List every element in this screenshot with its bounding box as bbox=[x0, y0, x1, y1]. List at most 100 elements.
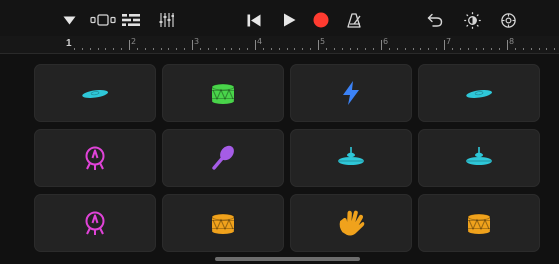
triangle-down-icon bbox=[63, 16, 75, 24]
drum-pad-grid bbox=[34, 64, 540, 256]
ruler-tick bbox=[530, 48, 532, 50]
go-to-beginning-button[interactable] bbox=[245, 10, 263, 30]
ruler-tick bbox=[223, 48, 225, 50]
mixer-button[interactable] bbox=[157, 10, 175, 30]
hihat-icon bbox=[338, 147, 364, 165]
ruler-tick bbox=[420, 48, 422, 50]
settings-button[interactable] bbox=[498, 10, 518, 30]
ruler-tick bbox=[325, 48, 327, 50]
ruler-tick bbox=[554, 48, 556, 50]
metronome-icon bbox=[347, 12, 361, 28]
ruler-tick bbox=[341, 48, 343, 50]
ruler-tick bbox=[388, 48, 390, 50]
ruler-tick bbox=[231, 48, 233, 50]
ruler-tick bbox=[396, 48, 398, 50]
ruler-tick bbox=[459, 48, 461, 50]
kick-stand-icon bbox=[85, 211, 105, 235]
drum-pad-kick-drum[interactable] bbox=[34, 194, 156, 252]
drum-pad-cymbal[interactable] bbox=[418, 64, 540, 122]
ruler-tick bbox=[97, 48, 99, 50]
hihat-icon bbox=[466, 147, 492, 165]
maraca-icon bbox=[212, 145, 234, 170]
drum-pad-hi-hat[interactable] bbox=[418, 129, 540, 187]
ruler-tick bbox=[499, 48, 501, 50]
drum-pad-electronic[interactable] bbox=[290, 64, 412, 122]
drum-icon bbox=[211, 83, 235, 104]
ruler-tick bbox=[349, 48, 351, 50]
playhead-bar-number: 1 bbox=[66, 38, 72, 49]
list-icon bbox=[122, 13, 140, 27]
ruler-tick bbox=[451, 48, 453, 50]
ruler-tick bbox=[184, 48, 186, 50]
ruler-tick bbox=[270, 48, 272, 50]
drum-machine-app: 2 3 4 5 6 7 8 1 bbox=[0, 0, 559, 264]
master-effects-button[interactable] bbox=[462, 10, 482, 30]
gear-icon bbox=[500, 12, 516, 28]
view-toggle-button[interactable] bbox=[90, 10, 116, 30]
cymbal-icon bbox=[466, 89, 493, 98]
home-indicator[interactable] bbox=[215, 257, 360, 261]
drum-pad-cymbal[interactable] bbox=[34, 64, 156, 122]
play-icon bbox=[283, 13, 295, 27]
ruler-tick bbox=[467, 48, 469, 50]
ruler-tick bbox=[239, 48, 241, 50]
ruler-tick bbox=[73, 48, 75, 50]
ruler-bar-number: 8 bbox=[509, 37, 515, 46]
ruler-tick bbox=[160, 48, 162, 50]
ruler-tick bbox=[436, 48, 438, 50]
ruler-tick bbox=[152, 48, 154, 50]
ruler-tick bbox=[538, 48, 540, 50]
ruler-bar-number: 6 bbox=[383, 37, 389, 46]
ruler-bar-line bbox=[507, 40, 508, 50]
drum-pad-shaker[interactable] bbox=[162, 129, 284, 187]
ruler-tick bbox=[373, 48, 375, 50]
ruler-tick bbox=[475, 48, 477, 50]
drum-pad-tom[interactable] bbox=[418, 194, 540, 252]
ruler-tick bbox=[105, 48, 107, 50]
drum-pad-hi-hat-kit[interactable] bbox=[34, 129, 156, 187]
track-list-button[interactable] bbox=[121, 10, 141, 30]
tracks-view-icon bbox=[90, 14, 116, 26]
ruler-bar-line bbox=[444, 40, 445, 50]
ruler-bar-number: 7 bbox=[446, 37, 452, 46]
ruler-tick bbox=[168, 48, 170, 50]
drum-pad-snare-drum[interactable] bbox=[162, 64, 284, 122]
ruler-tick bbox=[365, 48, 367, 50]
ruler-tick bbox=[247, 48, 249, 50]
ruler-tick bbox=[302, 48, 304, 50]
ruler-bar-number: 4 bbox=[257, 37, 263, 46]
ruler-bar-line bbox=[381, 40, 382, 50]
ruler-tick bbox=[333, 48, 335, 50]
ruler-tick bbox=[207, 48, 209, 50]
ruler-tick bbox=[522, 48, 524, 50]
drum-pad-tom[interactable] bbox=[162, 194, 284, 252]
sliders-icon bbox=[159, 13, 174, 27]
play-button[interactable] bbox=[280, 10, 298, 30]
drum-icon bbox=[467, 213, 491, 234]
ruler-tick bbox=[81, 48, 83, 50]
drum-pad-clap[interactable] bbox=[290, 194, 412, 252]
browser-dropdown-button[interactable] bbox=[60, 10, 78, 30]
ruler-tick bbox=[428, 48, 430, 50]
drum-pad-hi-hat[interactable] bbox=[290, 129, 412, 187]
ruler-bar-number: 3 bbox=[194, 37, 200, 46]
ruler-tick bbox=[89, 48, 91, 50]
playhead[interactable]: 1 bbox=[66, 38, 74, 50]
ruler-bar-line bbox=[318, 40, 319, 50]
ruler-bar-number: 5 bbox=[320, 37, 326, 46]
lightning-icon bbox=[343, 81, 359, 105]
record-icon bbox=[313, 12, 329, 28]
timeline-ruler[interactable]: 2 3 4 5 6 7 8 bbox=[0, 36, 559, 54]
ruler-tick bbox=[199, 48, 201, 50]
kick-stand-icon bbox=[85, 146, 105, 170]
undo-button[interactable] bbox=[425, 10, 445, 30]
ruler-tick bbox=[514, 48, 516, 50]
record-button[interactable] bbox=[311, 10, 331, 30]
ruler-tick bbox=[483, 48, 485, 50]
ruler-tick bbox=[491, 48, 493, 50]
ruler-tick bbox=[357, 48, 359, 50]
ruler-tick bbox=[404, 48, 406, 50]
ruler-tick bbox=[546, 48, 548, 50]
ruler-bar-number: 2 bbox=[131, 37, 137, 46]
metronome-button[interactable] bbox=[346, 10, 364, 30]
